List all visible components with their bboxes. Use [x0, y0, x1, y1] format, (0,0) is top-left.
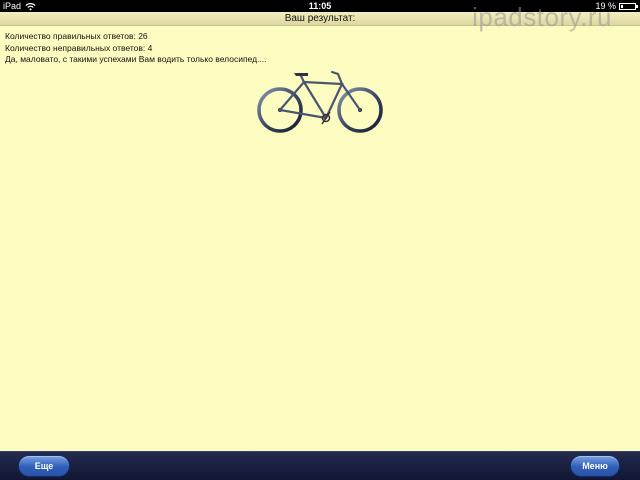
results-text: Количество правильных ответов: 26 Количе…: [5, 31, 625, 66]
page-title: Ваш результат:: [284, 13, 356, 24]
incorrect-count-line: Количество неправильных ответов: 4: [5, 42, 153, 53]
bottom-toolbar: Еще раз Меню: [0, 451, 640, 480]
correct-count-line: Количество правильных ответов: 26: [5, 31, 148, 41]
battery-fill: [621, 4, 623, 8]
bicycle-icon: [257, 70, 383, 133]
try-again-button[interactable]: Еще раз: [18, 455, 70, 477]
watermark: ipadstory.ru: [472, 2, 612, 32]
menu-button[interactable]: Меню: [570, 455, 620, 477]
battery-icon: [619, 2, 638, 10]
